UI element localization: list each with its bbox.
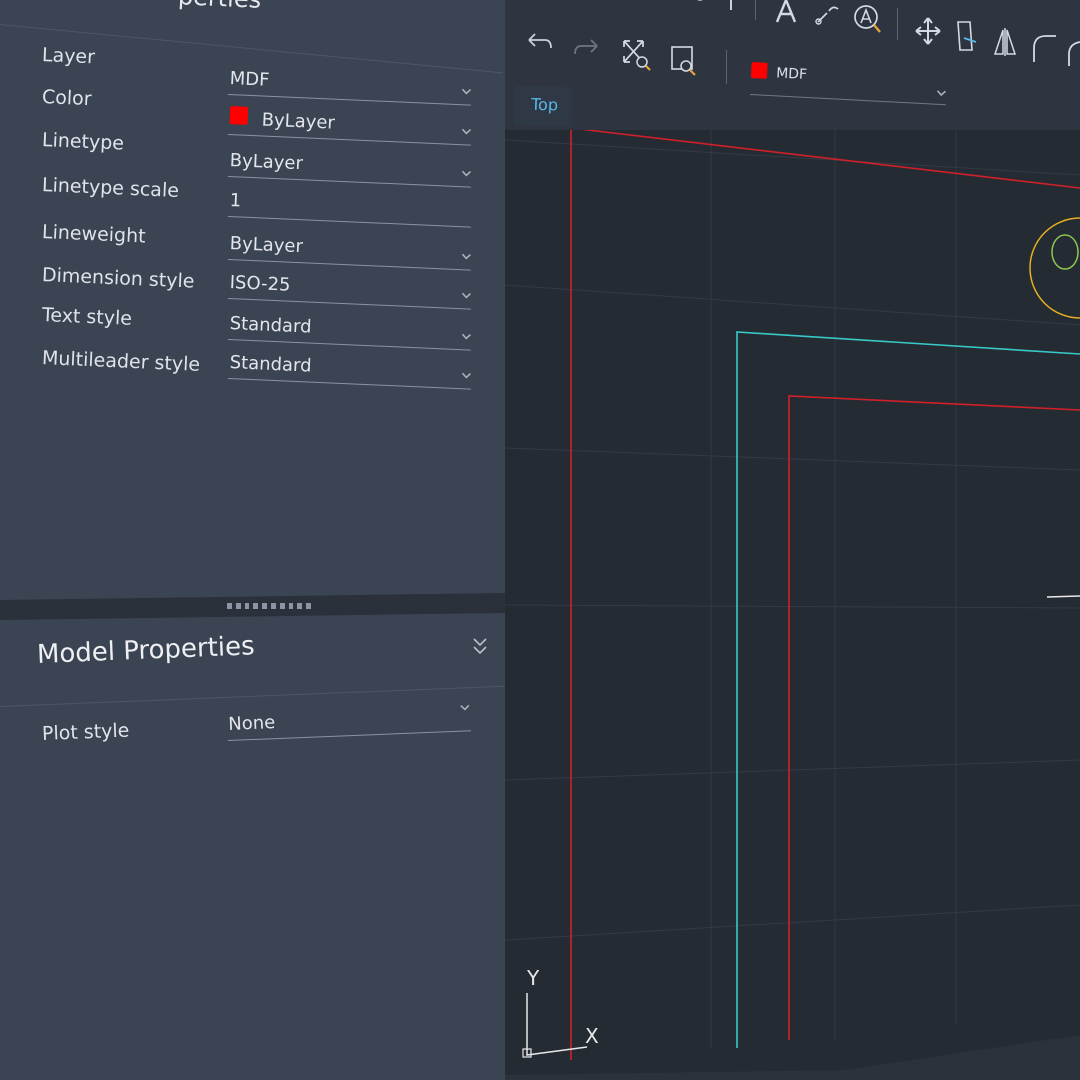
plot-style-label: Plot style [41,719,130,745]
properties-section-title: perties [177,0,261,14]
chevron-down-icon [461,290,471,300]
zoom-window-icon[interactable] [669,44,699,78]
text-style-dropdown[interactable]: Standard [228,305,473,351]
chevron-down-icon [461,86,471,96]
linetype-scale-label: Linetype scale [41,174,180,202]
linetype-dropdown[interactable]: ByLayer [228,142,473,188]
toolbar-separator [730,0,732,10]
chevron-down-icon [461,168,471,178]
chevron-down-icon [461,370,471,380]
partial-tool-icon[interactable] [692,0,716,6]
chevron-down-icon [461,126,471,136]
dimension-style-dropdown[interactable]: ISO-25 [228,264,473,310]
multileader-style-label: Multileader style [41,347,201,376]
color-value: ByLayer [261,109,336,134]
chevron-down-icon [936,88,947,99]
view-tab-top[interactable]: Top [513,85,573,127]
ucs-icon: Y X [522,966,599,1058]
plot-style-value: None [227,712,276,735]
toolbar-separator [897,8,898,40]
model-properties-title: Model Properties [36,631,256,670]
redo-icon[interactable] [573,36,601,60]
text-icon[interactable] [775,0,797,24]
text-style-label: Text style [41,304,133,330]
view-tab-label: Top [530,94,559,115]
lineweight-label: Lineweight [41,221,147,248]
zoom-extents-icon[interactable] [621,38,651,72]
plot-style-dropdown[interactable]: None [226,696,471,741]
leader-icon[interactable] [815,2,841,26]
white-line-segment[interactable] [1046,595,1080,598]
lineweight-dropdown[interactable]: ByLayer [228,225,473,271]
text-style-value: Standard [229,313,312,338]
multileader-style-dropdown[interactable]: Standard [228,344,473,390]
current-layer-name: MDF [775,65,808,83]
model-viewport[interactable] [505,0,1080,1080]
toolbar-separator [726,50,727,84]
properties-panel: perties Layer MDF Color ByLayer Linetype… [0,0,505,1080]
layer-color-swatch [750,62,768,79]
ucs-x-label: X [585,1024,599,1048]
cad-app-window: perties Layer MDF Color ByLayer Linetype… [0,0,1080,1080]
dimension-style-value: ISO-25 [229,272,291,296]
mirror-icon[interactable] [993,26,1019,58]
layer-label: Layer [41,44,96,69]
fillet-icon[interactable] [1030,32,1058,64]
chevron-down-icon [461,331,471,341]
linetype-value: ByLayer [229,150,304,175]
partial-tool-icon[interactable] [1065,36,1080,68]
multileader-style-value: Standard [229,352,312,377]
align-icon[interactable] [954,20,980,54]
chevron-down-icon [461,251,471,261]
linetype-scale-field[interactable]: 1 [228,182,473,228]
splitter-grip-icon[interactable] [227,603,311,611]
toolbar-separator [755,0,756,20]
move-icon[interactable] [914,16,942,46]
collapse-chevron-icon[interactable] [471,636,489,658]
chevron-down-icon [460,702,470,712]
color-label: Color [41,86,93,111]
lineweight-value: ByLayer [229,233,304,258]
linetype-scale-value: 1 [229,190,242,212]
dimension-style-label: Dimension style [41,264,195,293]
ucs-y-label: Y [526,966,540,990]
color-dropdown[interactable]: ByLayer [228,100,473,146]
find-text-icon[interactable] [853,4,881,34]
drawing-area: MDF Top Y X [505,0,1080,1080]
layer-value: MDF [229,68,270,91]
color-swatch [229,106,249,125]
linetype-label: Linetype [41,129,125,155]
undo-icon[interactable] [525,30,553,54]
